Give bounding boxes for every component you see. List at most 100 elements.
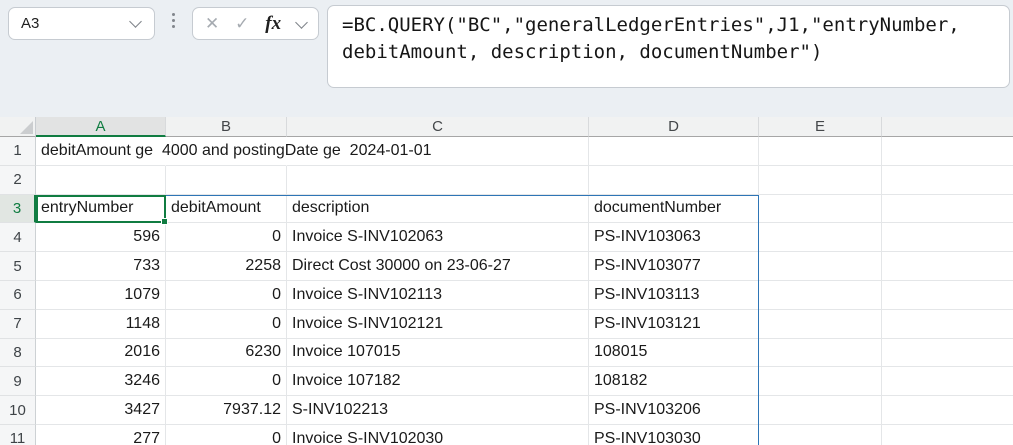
cell-A4[interactable]: 596 — [36, 223, 166, 252]
cell-C4[interactable]: Invoice S-INV102063 — [287, 223, 589, 252]
row-header-10[interactable]: 10 — [0, 396, 36, 425]
cell-C6[interactable]: Invoice S-INV102113 — [287, 281, 589, 310]
cell-D2[interactable] — [589, 166, 759, 195]
column-header-A[interactable]: A — [36, 117, 166, 137]
row-header-2[interactable]: 2 — [0, 166, 36, 195]
column-header-E[interactable]: E — [759, 117, 882, 137]
chevron-down-icon[interactable] — [129, 15, 142, 28]
cell-E5[interactable] — [759, 252, 882, 281]
cell-A1[interactable]: debitAmount ge 4000 and postingDate ge 2… — [36, 137, 166, 166]
cell-F3[interactable] — [882, 195, 1013, 224]
cell-B8[interactable]: 6230 — [166, 339, 287, 368]
insert-function-icon[interactable]: fx — [265, 14, 281, 33]
cell-B2[interactable] — [166, 166, 287, 195]
grid-row-8: 8 2016 6230 Invoice 107015 108015 — [0, 339, 1013, 368]
grid-row-11: 11 277 0 Invoice S-INV102030 PS-INV10303… — [0, 425, 1013, 445]
cell-B3[interactable]: debitAmount — [166, 195, 287, 224]
cell-F10[interactable] — [882, 396, 1013, 425]
cell-D9[interactable]: 108182 — [589, 367, 759, 396]
cell-E8[interactable] — [759, 339, 882, 368]
cell-A7[interactable]: 1148 — [36, 310, 166, 339]
cell-D4[interactable]: PS-INV103063 — [589, 223, 759, 252]
cell-B7[interactable]: 0 — [166, 310, 287, 339]
formula-bar-input[interactable]: =BC.QUERY("BC","generalLedgerEntries",J1… — [327, 5, 1010, 88]
cell-E7[interactable] — [759, 310, 882, 339]
cell-F6[interactable] — [882, 281, 1013, 310]
cell-C9[interactable]: Invoice 107182 — [287, 367, 589, 396]
cell-F7[interactable] — [882, 310, 1013, 339]
cell-B9[interactable]: 0 — [166, 367, 287, 396]
cell-E4[interactable] — [759, 223, 882, 252]
cell-A5[interactable]: 733 — [36, 252, 166, 281]
column-header-C[interactable]: C — [287, 117, 589, 137]
cell-A3-active[interactable]: entryNumber — [36, 195, 166, 224]
row-header-1[interactable]: 1 — [0, 137, 36, 166]
chevron-down-icon[interactable] — [295, 16, 308, 29]
cell-A9[interactable]: 3246 — [36, 367, 166, 396]
cell-F2[interactable] — [882, 166, 1013, 195]
cell-D3[interactable]: documentNumber — [589, 195, 759, 224]
formula-buttons: ✕ ✓ fx — [192, 7, 319, 40]
row-header-6[interactable]: 6 — [0, 281, 36, 310]
cell-A6[interactable]: 1079 — [36, 281, 166, 310]
cell-C10[interactable]: S-INV102213 — [287, 396, 589, 425]
cell-E6[interactable] — [759, 281, 882, 310]
cell-C11[interactable]: Invoice S-INV102030 — [287, 425, 589, 445]
column-header-B[interactable]: B — [166, 117, 287, 137]
column-header-D[interactable]: D — [589, 117, 759, 137]
cell-A8[interactable]: 2016 — [36, 339, 166, 368]
cell-D6[interactable]: PS-INV103113 — [589, 281, 759, 310]
formula-toolbar: A3 ✕ ✓ fx =BC.QUERY("BC","generalLedgerE… — [0, 0, 1013, 117]
cell-B4[interactable]: 0 — [166, 223, 287, 252]
row-header-8[interactable]: 8 — [0, 339, 36, 368]
column-header-row: A B C D E — [0, 117, 1013, 137]
select-all-button[interactable] — [0, 117, 36, 137]
cell-A2[interactable] — [36, 166, 166, 195]
cell-D10[interactable]: PS-INV103206 — [589, 396, 759, 425]
cell-D11[interactable]: PS-INV103030 — [589, 425, 759, 445]
row-header-11[interactable]: 11 — [0, 425, 36, 445]
cell-B6[interactable]: 0 — [166, 281, 287, 310]
cell-F5[interactable] — [882, 252, 1013, 281]
cell-F9[interactable] — [882, 367, 1013, 396]
cell-B11[interactable]: 0 — [166, 425, 287, 445]
row-header-4[interactable]: 4 — [0, 223, 36, 252]
cell-A11[interactable]: 277 — [36, 425, 166, 445]
cancel-icon[interactable]: ✕ — [205, 15, 219, 32]
cell-C2[interactable] — [287, 166, 589, 195]
cell-C7[interactable]: Invoice S-INV102121 — [287, 310, 589, 339]
cell-E10[interactable] — [759, 396, 882, 425]
cell-E9[interactable] — [759, 367, 882, 396]
formula-line-1: =BC.QUERY("BC","generalLedgerEntries",J1… — [342, 12, 999, 39]
cell-E1[interactable] — [759, 137, 882, 166]
name-box-value: A3 — [9, 15, 131, 32]
name-box[interactable]: A3 — [8, 7, 155, 40]
cell-A10[interactable]: 3427 — [36, 396, 166, 425]
cell-C3[interactable]: description — [287, 195, 589, 224]
cell-F8[interactable] — [882, 339, 1013, 368]
column-header-F[interactable] — [882, 117, 1013, 137]
cell-B10[interactable]: 7937.12 — [166, 396, 287, 425]
cell-E2[interactable] — [759, 166, 882, 195]
cell-E11[interactable] — [759, 425, 882, 445]
grid-row-4: 4 596 0 Invoice S-INV102063 PS-INV103063 — [0, 223, 1013, 252]
row-header-3[interactable]: 3 — [0, 195, 36, 224]
drag-handle-icon[interactable] — [172, 13, 175, 28]
cell-D1[interactable] — [589, 137, 759, 166]
row-header-5[interactable]: 5 — [0, 252, 36, 281]
row-header-9[interactable]: 9 — [0, 367, 36, 396]
cell-E3[interactable] — [759, 195, 882, 224]
cell-F11[interactable] — [882, 425, 1013, 445]
confirm-icon[interactable]: ✓ — [235, 15, 249, 32]
cell-F1[interactable] — [882, 137, 1013, 166]
cell-C5[interactable]: Direct Cost 30000 on 23-06-27 — [287, 252, 589, 281]
cell-C8[interactable]: Invoice 107015 — [287, 339, 589, 368]
cell-D7[interactable]: PS-INV103121 — [589, 310, 759, 339]
cell-D5[interactable]: PS-INV103077 — [589, 252, 759, 281]
row-header-7[interactable]: 7 — [0, 310, 36, 339]
cell-F4[interactable] — [882, 223, 1013, 252]
grid-row-3: 3 entryNumber debitAmount description do… — [0, 195, 1013, 224]
cell-B5[interactable]: 2258 — [166, 252, 287, 281]
cell-D8[interactable]: 108015 — [589, 339, 759, 368]
select-all-triangle-icon — [20, 121, 33, 134]
